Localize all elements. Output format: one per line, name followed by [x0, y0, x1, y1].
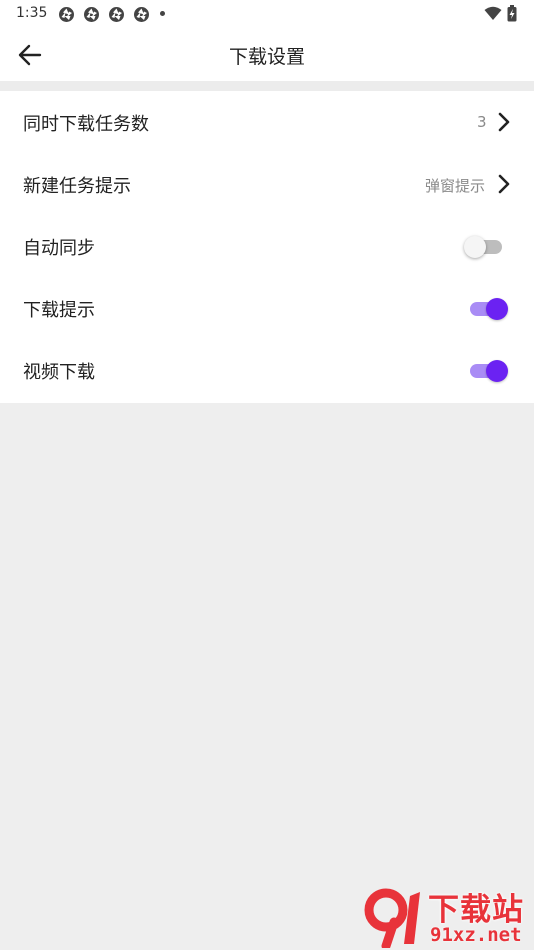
setting-new-task-prompt[interactable]: 新建任务提示 弹窗提示 — [0, 153, 534, 215]
setting-value: 弹窗提示 — [425, 177, 486, 195]
page-title: 下载设置 — [228, 46, 305, 68]
download-prompt-toggle[interactable] — [464, 296, 510, 322]
aperture-icon — [84, 7, 99, 22]
settings-list: 同时下载任务数 3 新建任务提示 弹窗提示 自动同步 下载提示 视频下载 — [0, 91, 534, 403]
aperture-icon — [109, 7, 124, 22]
setting-download-prompt: 下载提示 — [0, 277, 534, 339]
status-bar: 1:35 — [0, 0, 534, 28]
status-time: 1:35 — [16, 5, 48, 21]
setting-concurrent-tasks[interactable]: 同时下载任务数 3 — [0, 91, 534, 153]
setting-label: 新建任务提示 — [23, 176, 131, 197]
watermark: 下载站 91xz.net — [364, 884, 534, 950]
toggle-thumb — [486, 298, 508, 320]
watermark-title: 下载站 — [428, 892, 524, 928]
watermark-logo-icon — [364, 888, 420, 948]
setting-label: 同时下载任务数 — [23, 114, 149, 135]
toggle-thumb — [486, 360, 508, 382]
setting-auto-sync: 自动同步 — [0, 215, 534, 277]
wifi-icon — [484, 6, 502, 20]
setting-label: 下载提示 — [23, 300, 95, 321]
aperture-icon — [134, 7, 149, 22]
setting-value: 3 — [477, 113, 487, 131]
chevron-right-icon — [498, 174, 510, 194]
auto-sync-toggle[interactable] — [464, 234, 510, 260]
header-divider — [0, 81, 534, 91]
chevron-right-icon — [498, 112, 510, 132]
video-download-toggle[interactable] — [464, 358, 510, 384]
setting-label: 视频下载 — [23, 362, 95, 383]
battery-icon — [507, 5, 517, 22]
more-notifications-dot-icon — [160, 11, 165, 16]
setting-video-download: 视频下载 — [0, 339, 534, 401]
watermark-url: 91xz.net — [430, 924, 522, 946]
aperture-icon — [59, 7, 74, 22]
setting-label: 自动同步 — [23, 238, 95, 259]
app-bar: 下载设置 — [0, 28, 534, 81]
toggle-thumb — [464, 236, 486, 258]
